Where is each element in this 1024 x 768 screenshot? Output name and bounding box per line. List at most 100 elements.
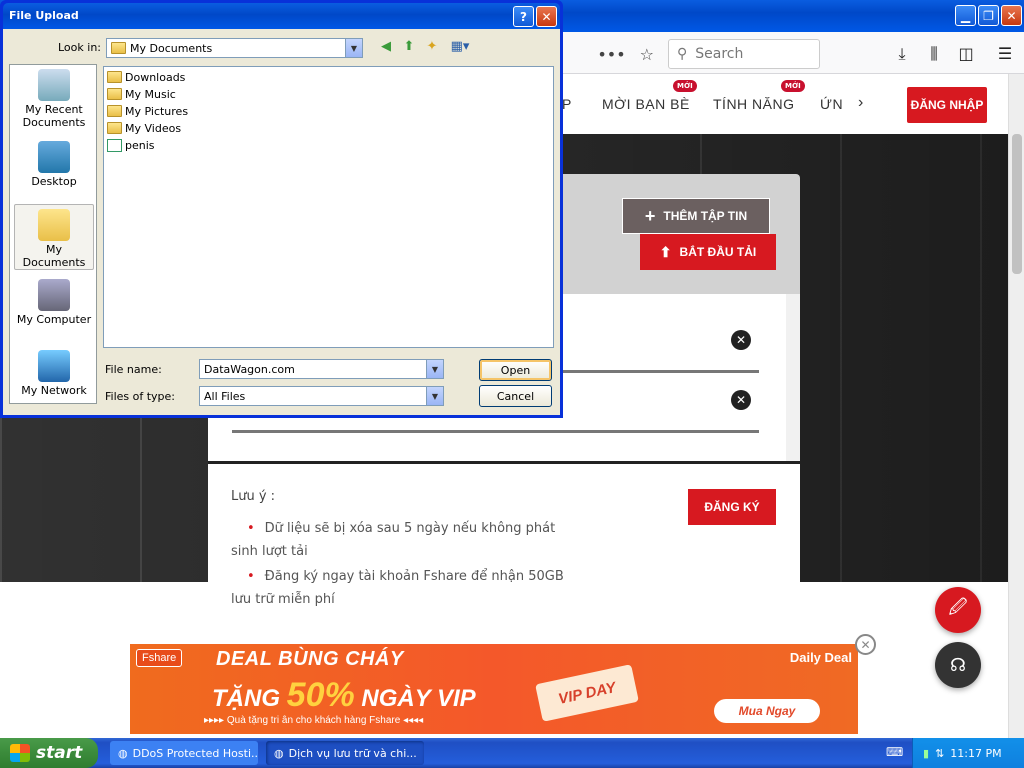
start-button[interactable]: start	[0, 738, 98, 768]
remove-file-icon[interactable]: ✕	[731, 330, 751, 350]
chevron-down-icon[interactable]: ▼	[426, 360, 443, 378]
downloads-icon[interactable]: ⤓	[891, 44, 913, 64]
chevron-down-icon[interactable]: ▼	[426, 387, 443, 405]
add-file-button[interactable]: + THÊM TẬP TIN	[622, 198, 770, 234]
file-icon	[107, 138, 122, 152]
file-name: My Videos	[125, 121, 182, 135]
my-computer-icon	[38, 279, 70, 311]
file-list-pane[interactable]: Downloads My Music My Pictures My Videos…	[103, 66, 554, 348]
back-icon[interactable]: ◀	[377, 37, 395, 55]
place-my-network[interactable]: My Network	[14, 346, 94, 412]
place-recent-documents[interactable]: My Recent Documents	[14, 65, 94, 131]
list-item-folder[interactable]: My Pictures	[107, 103, 188, 119]
minimize-button[interactable]: ▁	[955, 5, 976, 26]
banner-subtitle: ▸▸▸▸ Quà tặng tri ân cho khách hàng Fsha…	[204, 715, 424, 726]
notes-title: Lưu ý :	[231, 489, 276, 504]
support-headset-icon[interactable]: ☊	[935, 642, 981, 688]
url-bar-end[interactable]: ••• ☆	[560, 39, 660, 69]
system-tray: ▮ ⇅ 11:17 PM	[912, 738, 1024, 768]
banner-offer-suffix: NGÀY VIP	[361, 685, 476, 712]
dialog-titlebar[interactable]: File Upload ? ✕	[3, 3, 560, 29]
start-upload-button[interactable]: ⬆ BẮT ĐẦU TẢI	[640, 234, 776, 270]
menu-icon[interactable]: ☰	[994, 44, 1016, 64]
new-badge: MỚI	[673, 80, 697, 92]
file-name: My Pictures	[125, 104, 189, 118]
clock[interactable]: 11:17 PM	[950, 747, 1001, 760]
dialog-close-button[interactable]: ✕	[536, 6, 557, 27]
new-folder-icon[interactable]: ✦	[423, 37, 441, 55]
file-list-scrollbar[interactable]	[786, 294, 800, 461]
open-button[interactable]: Open	[479, 359, 552, 381]
page-scrollbar[interactable]	[1008, 74, 1024, 738]
library-icon[interactable]: ⫼	[923, 44, 945, 64]
nav-item-invite-friends[interactable]: MỜI BẠN BÈ	[602, 96, 690, 112]
page-scrollbar-thumb[interactable]	[1012, 134, 1022, 274]
file-upload-dialog: File Upload ? ✕ Look in: My Documents ▼ …	[0, 0, 563, 418]
restore-button[interactable]: ❐	[978, 5, 999, 26]
place-my-documents[interactable]: My Documents	[14, 204, 94, 270]
up-folder-icon[interactable]: ⬆	[400, 37, 418, 55]
bookmark-star-icon[interactable]: ☆	[640, 45, 654, 64]
help-button[interactable]: ?	[513, 6, 534, 27]
nav-next-chevron-icon[interactable]: ›	[858, 94, 864, 112]
list-item-folder[interactable]: My Music	[107, 86, 176, 102]
sidebar-icon[interactable]: ◫	[955, 44, 977, 64]
chevron-down-icon[interactable]: ▼	[345, 39, 362, 57]
attach-file-fab-icon[interactable]: 🖉	[935, 587, 981, 633]
banner-offer: TẶNG 50% NGÀY VIP	[212, 676, 476, 715]
nav-item-features[interactable]: TÍNH NĂNG	[713, 96, 795, 112]
add-file-label: THÊM TẬP TIN	[663, 209, 748, 223]
note-item: • Đăng ký ngay tài khoản Fshare để nhận 5…	[231, 565, 576, 611]
nav-item-partial[interactable]: P	[562, 96, 572, 112]
list-item-folder[interactable]: Downloads	[107, 69, 185, 85]
register-button[interactable]: ĐĂNG KÝ	[688, 489, 776, 525]
taskbar-item[interactable]: ◍ DDoS Protected Hosti...	[110, 741, 258, 765]
place-label: My Network	[21, 384, 87, 397]
page-actions-icon[interactable]: •••	[597, 45, 625, 64]
cancel-button[interactable]: Cancel	[479, 385, 552, 407]
note-item: • Dữ liệu sẽ bị xóa sau 5 ngày nếu không …	[231, 517, 576, 563]
place-my-computer[interactable]: My Computer	[14, 275, 94, 341]
dialog-body: Look in: My Documents ▼ ◀ ⬆ ✦ ▦▾ My Rece…	[3, 29, 560, 415]
firefox-icon: ◍	[274, 746, 284, 760]
fshare-logo: Fshare	[136, 649, 183, 667]
place-label: Desktop	[31, 175, 77, 188]
view-menu-icon[interactable]: ▦▾	[448, 37, 472, 55]
buy-now-button[interactable]: Mua Ngay	[714, 699, 820, 723]
note-text: Dữ liệu sẽ bị xóa sau 5 ngày nếu không p…	[231, 521, 556, 559]
login-button[interactable]: ĐĂNG NHẬP	[907, 87, 987, 123]
promo-banner[interactable]: Fshare DEAL BÙNG CHÁY Daily Deal TẶNG 50…	[130, 644, 858, 734]
taskbar-item-active[interactable]: ◍ Dịch vụ lưu trữ và chi...	[266, 741, 424, 765]
recent-documents-icon	[38, 69, 70, 101]
places-bar: My Recent Documents Desktop My Documents…	[9, 64, 97, 404]
file-name-label: File name:	[105, 363, 162, 376]
file-type-value: All Files	[204, 389, 246, 403]
folder-icon	[107, 88, 122, 100]
look-in-select[interactable]: My Documents ▼	[106, 38, 363, 58]
place-label: My Recent Documents	[22, 103, 86, 129]
file-name: Downloads	[125, 70, 186, 84]
place-desktop[interactable]: Desktop	[14, 137, 94, 203]
keyboard-icon[interactable]: ⌨	[886, 745, 903, 759]
nav-item-apps[interactable]: ỨN	[820, 96, 843, 112]
search-icon: ⚲	[677, 46, 688, 62]
list-item-file[interactable]: penis	[107, 137, 155, 153]
new-badge: MỚI	[781, 80, 805, 92]
remove-file-icon[interactable]: ✕	[731, 390, 751, 410]
file-type-select[interactable]: All Files ▼	[199, 386, 444, 406]
vip-day-tag: VIP DAY	[535, 664, 639, 722]
banner-percent: 50%	[286, 676, 355, 714]
folder-icon	[107, 122, 122, 134]
file-name: penis	[125, 138, 155, 152]
network-icon[interactable]: ⇅	[935, 747, 944, 760]
folder-icon	[111, 42, 126, 54]
banner-close-icon[interactable]: ✕	[855, 634, 876, 655]
list-item-folder[interactable]: My Videos	[107, 120, 181, 136]
close-window-button[interactable]: ✕	[1001, 5, 1022, 26]
banner-title: DEAL BÙNG CHÁY	[216, 648, 404, 670]
browser-search-input[interactable]: ⚲ Search	[668, 39, 820, 69]
plus-icon: +	[644, 205, 656, 226]
file-name-input[interactable]: DataWagon.com ▼	[199, 359, 444, 379]
tray-status-icon[interactable]: ▮	[923, 747, 929, 760]
taskbar-item-label: Dịch vụ lưu trữ và chi...	[288, 746, 417, 760]
